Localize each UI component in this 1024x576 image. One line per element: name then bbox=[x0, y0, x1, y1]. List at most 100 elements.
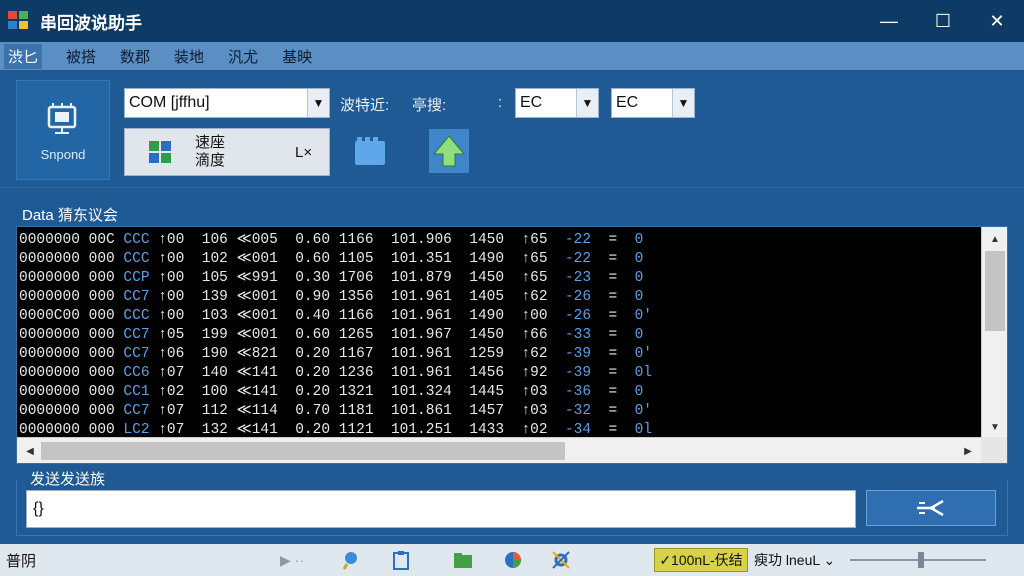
data-cell: 0 bbox=[634, 251, 644, 267]
connect-button[interactable]: Snpond bbox=[16, 80, 110, 180]
data-row: 0000000 000 CC7 ↑00 139 ≪001 0.90 1356 1… bbox=[19, 288, 981, 307]
data-cell: 0 bbox=[634, 327, 644, 343]
data-cell: = bbox=[591, 270, 635, 286]
close-button[interactable]: ✕ bbox=[970, 0, 1024, 42]
menu-bar: 渋匕 被搭 数郡 装地 汎尤 基映 bbox=[0, 42, 1024, 70]
data-row: 0000000 000 CCC ↑00 102 ≪001 0.60 1105 1… bbox=[19, 250, 981, 269]
data-log: 0000000 00C CCC ↑00 106 ≪005 0.60 1166 1… bbox=[17, 227, 981, 439]
data-cell: = bbox=[591, 251, 635, 267]
connect-label: Snpond bbox=[40, 146, 86, 162]
settings-icon[interactable] bbox=[550, 549, 572, 571]
data-cell: -22 bbox=[564, 251, 592, 267]
open-button-line1: 速座 bbox=[195, 134, 226, 151]
data-cell: = bbox=[591, 403, 635, 419]
data-cell: -36 bbox=[564, 384, 592, 400]
stop-label: 亭搜: bbox=[412, 97, 447, 114]
vertical-scroll-thumb[interactable] bbox=[985, 251, 1005, 331]
chevron-down-icon[interactable]: ▼ bbox=[576, 89, 598, 117]
data-cell: ↑07 132 ≪141 0.20 1121 101.251 1433 ↑02 bbox=[149, 422, 565, 438]
data-cell: = bbox=[591, 365, 635, 381]
data-cell: = bbox=[591, 384, 635, 400]
menu-item-4[interactable]: 装地 bbox=[174, 46, 204, 67]
chevron-down-icon[interactable]: ▼ bbox=[307, 89, 329, 117]
data-cell: 0l bbox=[634, 365, 653, 381]
toolbar-panel: Snpond COM [jffhu] ▼ 波特近: 亭搜: : EC ▼ EC … bbox=[0, 70, 1024, 188]
send-button[interactable] bbox=[866, 490, 996, 526]
baud-select[interactable]: EC ▼ bbox=[515, 88, 599, 118]
data-bits-value: EC bbox=[616, 94, 639, 111]
data-cell: = bbox=[591, 308, 635, 324]
data-cell: 0000000 000 bbox=[19, 384, 124, 400]
data-cell: -26 bbox=[564, 289, 592, 305]
data-cell: = bbox=[591, 327, 635, 343]
data-cell: ↑00 102 ≪001 0.60 1105 101.351 1490 ↑65 bbox=[149, 251, 565, 267]
data-cell: -39 bbox=[564, 346, 592, 362]
horizontal-scrollbar[interactable]: ◀ ▶ bbox=[17, 437, 981, 463]
data-cell: -32 bbox=[564, 403, 592, 419]
menu-item-6[interactable]: 基映 bbox=[282, 46, 312, 67]
data-cell: 0000000 000 bbox=[19, 365, 124, 381]
data-cell: LC2 bbox=[123, 422, 150, 438]
vertical-scrollbar[interactable]: ▲ ▼ bbox=[981, 227, 1007, 439]
pencil-icon[interactable] bbox=[340, 549, 362, 571]
data-row: 0000000 00C CCC ↑00 106 ≪005 0.60 1166 1… bbox=[19, 231, 981, 250]
chart-pie-icon[interactable] bbox=[502, 549, 524, 571]
port-select[interactable]: COM [jffhu] ▼ bbox=[124, 88, 330, 118]
scroll-right-icon[interactable]: ▶ bbox=[957, 438, 979, 464]
port-value: COM [jffhu] bbox=[129, 94, 210, 111]
data-cell: 0000000 000 bbox=[19, 346, 124, 362]
data-cell: -34 bbox=[564, 422, 592, 438]
status-right-text[interactable]: 瘐功 lneuL ⌄ bbox=[754, 550, 835, 570]
play-icon[interactable]: ▶ ·· bbox=[270, 549, 314, 571]
open-button-line2: 滴度 bbox=[195, 152, 226, 169]
maximize-button[interactable]: ☐ bbox=[916, 0, 970, 42]
data-cell: 0000000 000 bbox=[19, 251, 124, 267]
app-icon bbox=[8, 11, 30, 31]
data-bits-select[interactable]: EC ▼ bbox=[611, 88, 695, 118]
open-button-suffix: L× bbox=[295, 143, 313, 161]
open-port-button[interactable]: 速座 滴度 L× bbox=[124, 128, 330, 176]
folder-blue-icon[interactable] bbox=[350, 132, 390, 172]
data-row: 0000C00 000 CCC ↑00 103 ≪001 0.40 1166 1… bbox=[19, 307, 981, 326]
data-cell: CC1 bbox=[123, 384, 150, 400]
data-view[interactable]: 0000000 00C CCC ↑00 106 ≪005 0.60 1166 1… bbox=[16, 226, 1008, 464]
data-cell: 0000000 000 bbox=[19, 422, 124, 438]
baud-label: 波特近: bbox=[340, 97, 390, 114]
data-cell: 0' bbox=[634, 308, 653, 324]
clipboard-icon[interactable] bbox=[390, 549, 412, 571]
minimize-button[interactable]: — bbox=[862, 0, 916, 42]
slider-handle[interactable] bbox=[918, 552, 924, 568]
data-row: 0000000 000 CC7 ↑06 190 ≪821 0.20 1167 1… bbox=[19, 345, 981, 364]
horizontal-scroll-thumb[interactable] bbox=[41, 442, 565, 460]
data-cell: = bbox=[591, 346, 635, 362]
data-cell: 0000000 000 bbox=[19, 403, 124, 419]
zoom-slider[interactable] bbox=[850, 552, 986, 568]
menu-item-1[interactable]: 渋匕 bbox=[4, 43, 43, 69]
menu-item-5[interactable]: 汎尤 bbox=[228, 46, 258, 67]
data-cell: CC6 bbox=[123, 365, 150, 381]
data-cell: 0 bbox=[634, 270, 644, 286]
data-cell: ↑06 190 ≪821 0.20 1167 101.961 1259 ↑62 bbox=[149, 346, 565, 362]
data-cell: ↑02 100 ≪141 0.20 1321 101.324 1445 ↑03 bbox=[149, 384, 565, 400]
arrow-up-icon[interactable] bbox=[428, 128, 470, 174]
send-arrow-icon bbox=[917, 499, 944, 517]
folder-green-icon[interactable] bbox=[452, 549, 474, 571]
data-cell: -33 bbox=[564, 327, 592, 343]
scroll-down-icon[interactable]: ▼ bbox=[982, 417, 1008, 437]
data-cell: CC7 bbox=[123, 346, 150, 362]
data-cell: ↑00 139 ≪001 0.90 1356 101.961 1405 ↑62 bbox=[149, 289, 565, 305]
menu-item-2[interactable]: 被搭 bbox=[66, 46, 96, 67]
data-cell: CCC bbox=[123, 308, 150, 324]
scroll-corner bbox=[981, 437, 1007, 463]
data-cell: 0 bbox=[634, 232, 644, 248]
window-title: 串回波说助手 bbox=[40, 13, 142, 33]
baud-value: EC bbox=[520, 94, 543, 111]
scroll-left-icon[interactable]: ◀ bbox=[19, 438, 41, 464]
colon-label: : bbox=[498, 94, 503, 111]
scroll-up-icon[interactable]: ▲ bbox=[982, 229, 1008, 249]
chevron-down-icon[interactable]: ▼ bbox=[672, 89, 694, 117]
send-input[interactable] bbox=[26, 490, 856, 528]
data-cell: CCC bbox=[123, 232, 150, 248]
menu-item-3[interactable]: 数郡 bbox=[120, 46, 150, 67]
title-bar: 串回波说助手 — ☐ ✕ bbox=[0, 0, 1024, 42]
